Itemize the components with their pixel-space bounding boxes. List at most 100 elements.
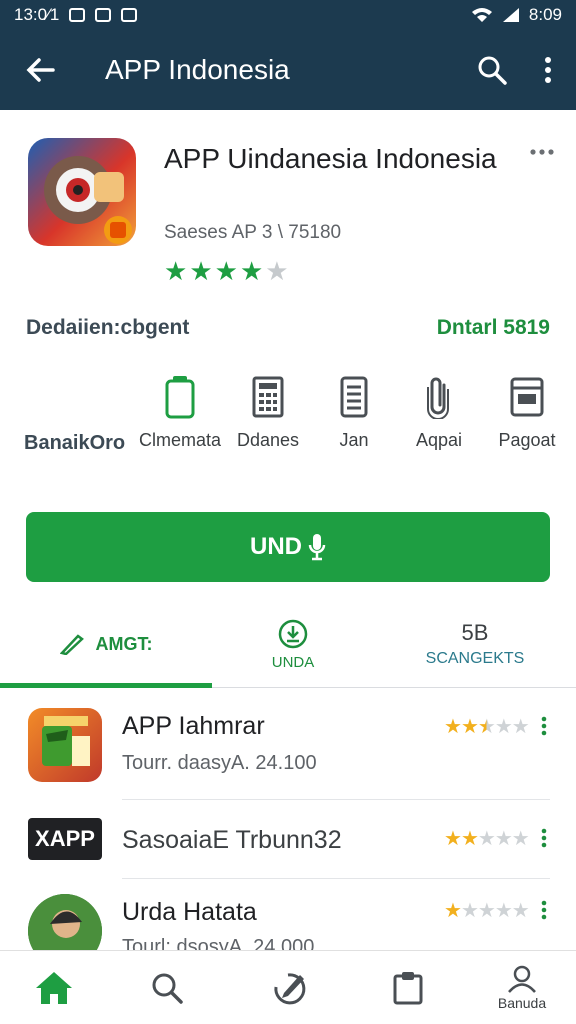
star-filled-icon: ★ (214, 256, 238, 286)
star-filled-icon: ★ (444, 716, 462, 738)
app-name: APP Uindanesia Indonesia (164, 143, 497, 174)
calculator-icon (252, 376, 284, 418)
app-rating: ★ ★ ★ ★ ★ (164, 256, 289, 287)
arrow-back-icon (26, 58, 55, 82)
star-empty-icon: ★ (511, 828, 530, 850)
document-icon (340, 376, 368, 418)
app-more-button[interactable] (522, 140, 562, 164)
feature-item[interactable]: Jan (316, 370, 392, 451)
download-count: Dntarl 5819 (436, 316, 550, 339)
list-item-subtitle: Tourr. daasyA. 24.100 (122, 752, 317, 774)
status-bar: 13:0⁄1 8:09 (0, 0, 576, 30)
search-icon (478, 56, 507, 85)
notification-icon-3 (121, 8, 138, 22)
list-item-title: Urda Hatata (122, 898, 257, 926)
star-empty-icon: ★ (265, 256, 289, 286)
more-vert-icon (541, 900, 547, 920)
list-item[interactable]: APP Iahmrar Tourr. daasyA. 24.100 ★★★★★ (0, 700, 576, 800)
nav-home[interactable] (14, 951, 94, 1024)
star-empty-icon: ★ (477, 900, 496, 922)
install-button-label: UND (250, 533, 302, 560)
list-item-thumbnail: XAPP (28, 818, 102, 860)
list-item-more-button[interactable] (532, 714, 556, 738)
list-item-title: APP Iahmrar (122, 712, 265, 740)
tab-download[interactable]: UNDA (212, 600, 374, 688)
star-half-icon: ★ (477, 716, 496, 738)
back-button[interactable] (0, 30, 80, 110)
star-filled-icon: ★ (189, 256, 213, 286)
list-item-subtitle: Tourl: dsosyA. 24.000 (122, 936, 315, 950)
app-bar: APP Indonesia (0, 30, 576, 110)
status-time-left: 13:0⁄1 (14, 5, 60, 24)
developer-name[interactable]: Dedaiien:cbgent (26, 316, 189, 340)
more-vert-icon (545, 57, 551, 83)
mic-icon (308, 534, 326, 561)
feature-label: Ddanes (236, 430, 300, 450)
list-item-more-button[interactable] (532, 898, 556, 922)
star-filled-icon: ★ (460, 828, 479, 850)
tab-reviews[interactable]: AMGT: (0, 600, 212, 688)
star-empty-icon: ★ (494, 828, 513, 850)
home-icon (36, 972, 72, 1004)
status-time-right: 8:09 (528, 5, 562, 24)
list-item-rating: ★★★★★ (444, 898, 530, 923)
tab-bar: AMGT: UNDA 5B SCANGEKTS (0, 600, 576, 688)
overflow-menu-button[interactable] (520, 30, 576, 110)
notification-icon-2 (95, 8, 112, 22)
star-empty-icon: ★ (494, 900, 513, 922)
feature-label: Clmemata (138, 430, 222, 450)
edit-icon (274, 973, 306, 1005)
window-icon (510, 377, 544, 417)
tab-label: UNDA (271, 653, 315, 671)
list-item[interactable]: Urda Hatata Tourl: dsosyA. 24.000 ★★★★★ (0, 880, 576, 950)
nav-account[interactable]: Banuda (482, 951, 562, 1024)
star-empty-icon: ★ (511, 900, 530, 922)
phone-icon (165, 376, 195, 419)
feature-item[interactable]: Pagoat (488, 370, 566, 451)
list-item-rating: ★★★★★ (444, 826, 530, 851)
paperclip-icon (427, 377, 449, 419)
tab-label: SCANGEKTS (425, 650, 525, 667)
notification-icon (69, 8, 86, 22)
feature-item[interactable]: Ddanes (226, 370, 310, 451)
wifi-icon (471, 8, 492, 22)
feature-label: Jan (339, 430, 369, 450)
feature-label: Pagoat (498, 430, 556, 450)
install-button[interactable]: UND (26, 512, 550, 582)
star-filled-icon: ★ (164, 256, 188, 286)
star-filled-icon: ★ (444, 900, 462, 922)
more-horiz-icon (530, 149, 554, 155)
search-button[interactable] (464, 30, 520, 110)
feature-item[interactable]: Aqpai (400, 370, 478, 451)
list-item-thumbnail (28, 708, 102, 782)
pencil-icon (59, 634, 84, 655)
star-empty-icon: ★ (477, 828, 496, 850)
tab-label: AMGT: (95, 633, 153, 654)
list-item-more-button[interactable] (532, 826, 556, 850)
nav-library[interactable] (368, 951, 448, 1024)
list-item-thumbnail (28, 894, 102, 950)
app-meta: Saeses AP 3 \ 75180 (164, 222, 342, 243)
list-item-rating: ★★★★★ (444, 714, 530, 739)
app-icon (28, 138, 136, 246)
star-filled-icon: ★ (444, 828, 462, 850)
tab-scans[interactable]: 5B SCANGEKTS (374, 600, 576, 688)
brand-logo-text: XAPP (35, 826, 95, 851)
account-icon (508, 965, 536, 993)
search-icon (152, 973, 183, 1004)
divider (122, 878, 550, 879)
list-item-title: SasoaiaE Trbunn32 (122, 826, 342, 854)
tab-indicator (0, 683, 212, 688)
nav-search[interactable] (127, 951, 207, 1024)
more-vert-icon (541, 716, 547, 736)
feature-label: Aqpai (415, 430, 463, 450)
nav-account-label: Banuda (497, 995, 547, 1011)
star-empty-icon: ★ (460, 900, 479, 922)
feature-item[interactable]: Clmemata (132, 370, 228, 451)
signal-icon (502, 8, 519, 22)
feature-row: Clmemata Ddanes Jan Aqpai Pagoat (0, 370, 576, 470)
more-vert-icon (541, 828, 547, 848)
nav-edit[interactable] (248, 951, 328, 1024)
star-filled-icon: ★ (239, 256, 264, 286)
bottom-navigation: Banuda (0, 950, 576, 1024)
